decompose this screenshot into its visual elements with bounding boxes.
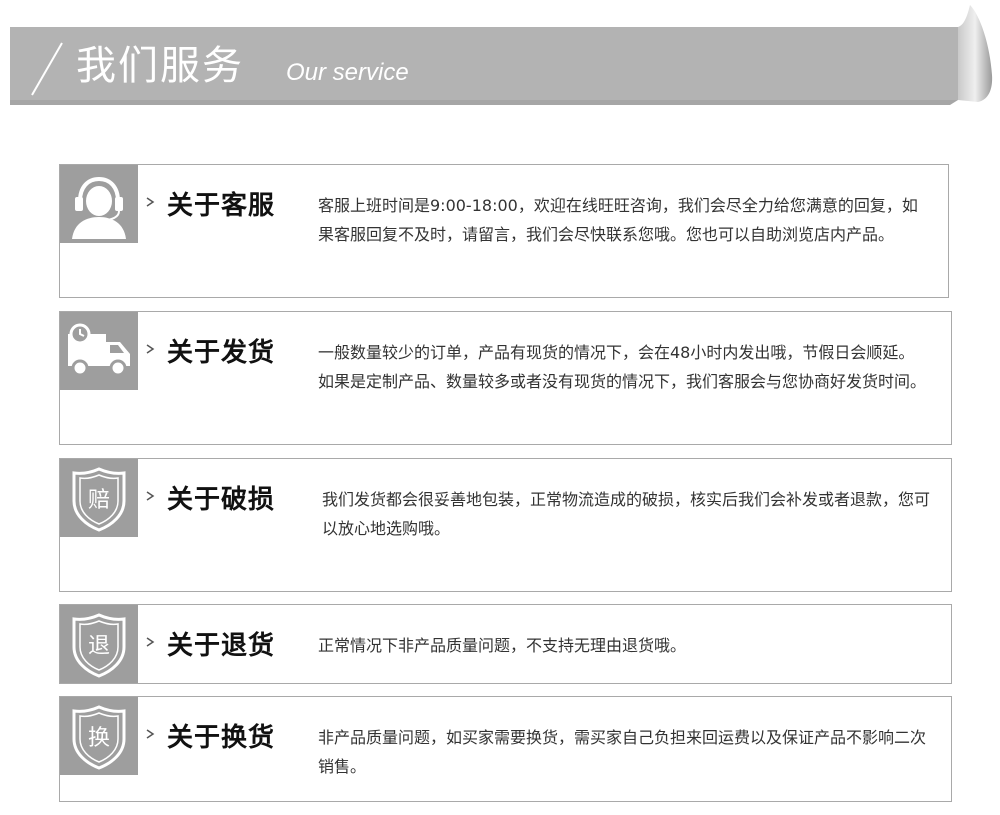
arrow-right-icon bbox=[146, 197, 155, 207]
card-body: 非产品质量问题，如买家需要换货，需买家自己负担来回运费以及保证产品不影响二次销售… bbox=[318, 728, 927, 776]
card-body: 我们发货都会很妥善地包装，正常物流造成的破损，核实后我们会补发或者退款，您可以放… bbox=[322, 490, 931, 538]
service-card-damage: 赔 关于破损 我们发货都会很妥善地包装，正常物流造成的破损，核实后我们会补发或者… bbox=[59, 458, 952, 592]
page-subtitle: Our service bbox=[286, 59, 409, 86]
card-title: 关于发货 bbox=[167, 338, 276, 368]
card-title: 关于换货 bbox=[167, 723, 276, 753]
service-card-customer-service: 关于客服 客服上班时间是9:00-18:00，欢迎在线旺旺咨询，我们会尽全力给您… bbox=[59, 164, 949, 298]
card-body: 一般数量较少的订单，产品有现货的情况下，会在48小时内发出哦，节假日会顺延。如果… bbox=[318, 343, 927, 391]
card-title: 关于破损 bbox=[167, 485, 276, 515]
customer-service-headset-icon bbox=[60, 165, 138, 243]
shield-return-icon: 退 bbox=[60, 605, 138, 683]
shield-char: 退 bbox=[88, 634, 110, 659]
card-title: 关于退货 bbox=[167, 631, 276, 661]
card-body: 客服上班时间是9:00-18:00，欢迎在线旺旺咨询，我们会尽全力给您满意的回复… bbox=[318, 196, 918, 244]
delivery-truck-clock-icon bbox=[60, 312, 138, 390]
card-body: 正常情况下非产品质量问题，不支持无理由退货哦。 bbox=[318, 636, 687, 655]
shield-char: 换 bbox=[88, 726, 110, 751]
service-card-shipping: 关于发货 一般数量较少的订单，产品有现货的情况下，会在48小时内发出哦，节假日会… bbox=[59, 311, 952, 445]
shield-char: 赔 bbox=[88, 488, 110, 513]
arrow-right-icon bbox=[146, 637, 155, 647]
page-title: 我们服务 bbox=[76, 43, 244, 89]
card-title: 关于客服 bbox=[167, 191, 276, 221]
arrow-right-icon bbox=[146, 729, 155, 739]
header-ribbon: 我们服务 Our service bbox=[10, 5, 995, 105]
shield-compensation-icon: 赔 bbox=[60, 459, 138, 537]
shield-exchange-icon: 换 bbox=[60, 697, 138, 775]
arrow-right-icon bbox=[146, 344, 155, 354]
service-card-returns: 退 关于退货 正常情况下非产品质量问题，不支持无理由退货哦。 bbox=[59, 604, 952, 684]
service-card-exchange: 换 关于换货 非产品质量问题，如买家需要换货，需买家自己负担来回运费以及保证产品… bbox=[59, 696, 952, 802]
arrow-right-icon bbox=[146, 491, 155, 501]
